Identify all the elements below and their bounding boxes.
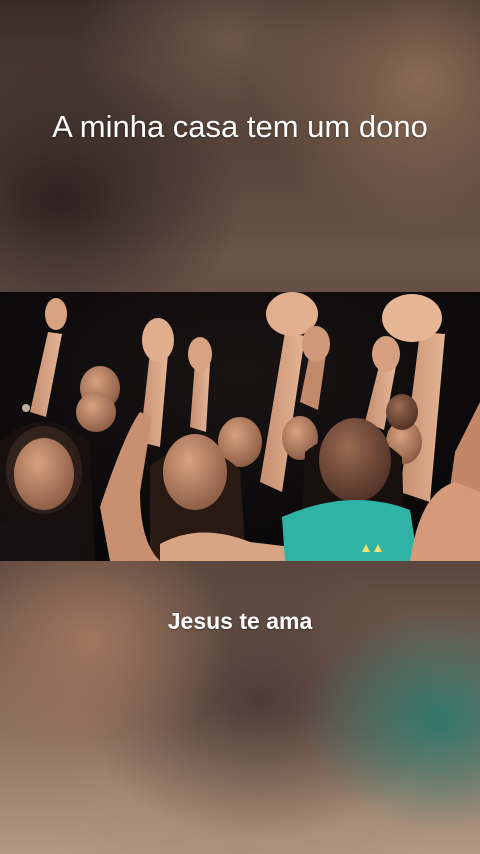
story-screen: A minha casa tem um dono Jesus te ama xyxy=(0,0,480,854)
crowd-image xyxy=(0,292,480,561)
headline-text: A minha casa tem um dono xyxy=(52,109,428,144)
video-frame[interactable] xyxy=(0,292,480,561)
caption-text: Jesus te ama xyxy=(167,608,313,634)
